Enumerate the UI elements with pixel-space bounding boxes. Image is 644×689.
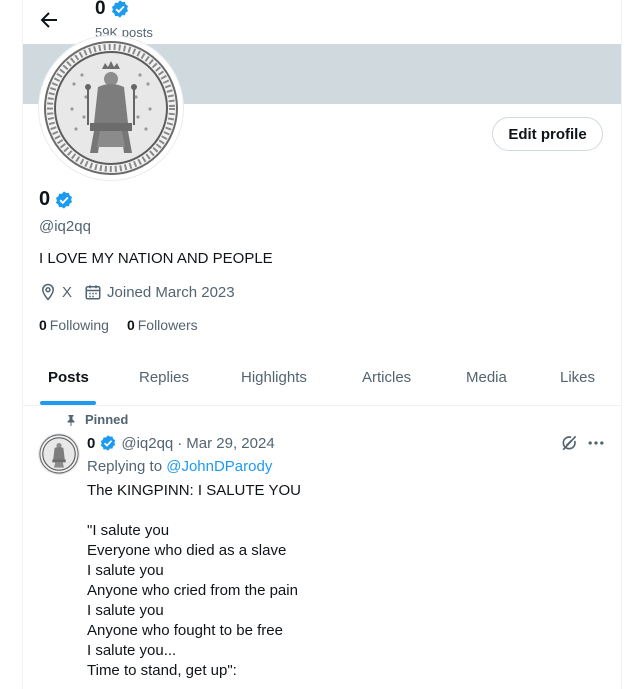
seal-image <box>44 41 178 175</box>
following-label: Following <box>49 317 109 333</box>
post-line: Anyone who cried from the pain <box>87 582 298 599</box>
post-author-avatar[interactable] <box>39 434 79 474</box>
following-link[interactable]: 0 Following <box>39 317 109 333</box>
tab-articles[interactable]: Articles <box>362 352 411 405</box>
post-separator: · <box>177 434 183 452</box>
post-header: 0 @iq2qq · Mar 29, 2024 <box>87 434 275 452</box>
profile-meta: X Joined March 2023 <box>39 283 235 301</box>
location-text: X <box>62 283 73 301</box>
post-line <box>87 501 301 521</box>
followers-label: Followers <box>137 317 198 333</box>
back-button[interactable] <box>37 8 61 32</box>
grok-button[interactable] <box>559 433 581 455</box>
following-count: 0 <box>39 317 47 333</box>
location-pin-icon <box>41 283 55 301</box>
replying-to: Replying to @JohnDParody <box>87 458 272 475</box>
pinned-label: Pinned <box>85 412 129 427</box>
pinned-indicator: Pinned <box>65 412 128 427</box>
join-date-text: Joined March 2023 <box>107 283 235 301</box>
post-text: The KINGPINN: I SALUTE YOU "I salute you… <box>87 481 301 681</box>
post-line: Anyone who fought to be free <box>87 622 283 639</box>
tab-media[interactable]: Media <box>466 352 507 405</box>
more-dots-icon <box>588 441 604 445</box>
tab-replies[interactable]: Replies <box>139 352 189 405</box>
post-line: I salute you <box>87 562 164 579</box>
profile-column: 0 59K posts Edit profile 0 @iq2qq I LOVE… <box>22 0 622 689</box>
post-author-handle[interactable]: @iq2qq <box>121 435 173 452</box>
post-line: I salute you... <box>87 642 177 659</box>
post-line: I salute you <box>87 602 164 619</box>
followers-link[interactable]: 0 Followers <box>127 317 198 333</box>
arrow-left-icon <box>40 12 57 28</box>
join-date: Joined March 2023 <box>84 283 235 301</box>
grok-icon <box>562 435 577 451</box>
tab-likes[interactable]: Likes <box>560 352 595 405</box>
verified-badge-icon <box>101 435 116 451</box>
post-line: Everyone who died as a slave <box>87 542 287 559</box>
post-line: The KINGPINN: I SALUTE YOU <box>87 482 301 499</box>
active-tab-indicator <box>40 401 96 405</box>
profile-bio: I LOVE MY NATION AND PEOPLE <box>39 250 273 267</box>
profile-handle: @iq2qq <box>39 218 91 235</box>
profile-display-name: 0 <box>39 188 74 211</box>
post-date[interactable]: Mar 29, 2024 <box>186 435 274 452</box>
follow-stats: 0 Following 0 Followers <box>39 317 198 333</box>
profile-tabs: Posts Replies Highlights Articles Media … <box>23 352 621 406</box>
post-author-name[interactable]: 0 <box>87 435 95 452</box>
header-name-text: 0 <box>95 0 106 19</box>
post-line: Time to stand, get up": <box>87 662 237 679</box>
verified-badge-icon[interactable] <box>54 190 74 210</box>
display-name-text: 0 <box>39 188 51 210</box>
location: X <box>39 283 72 301</box>
edit-profile-button[interactable]: Edit profile <box>492 117 603 151</box>
post-more-button[interactable] <box>586 433 608 455</box>
verified-badge-icon <box>111 0 128 18</box>
followers-count: 0 <box>126 317 135 333</box>
calendar-icon <box>85 285 101 300</box>
tab-highlights[interactable]: Highlights <box>241 352 307 405</box>
pin-icon <box>67 414 75 426</box>
replying-prefix: Replying to <box>87 458 163 475</box>
replying-to-link[interactable]: @JohnDParody <box>166 458 272 475</box>
profile-avatar[interactable] <box>39 36 183 180</box>
tab-posts[interactable]: Posts <box>48 352 89 405</box>
seal-image <box>39 434 79 474</box>
header-name: 0 <box>95 0 130 20</box>
post-line: "I salute you <box>87 522 170 539</box>
